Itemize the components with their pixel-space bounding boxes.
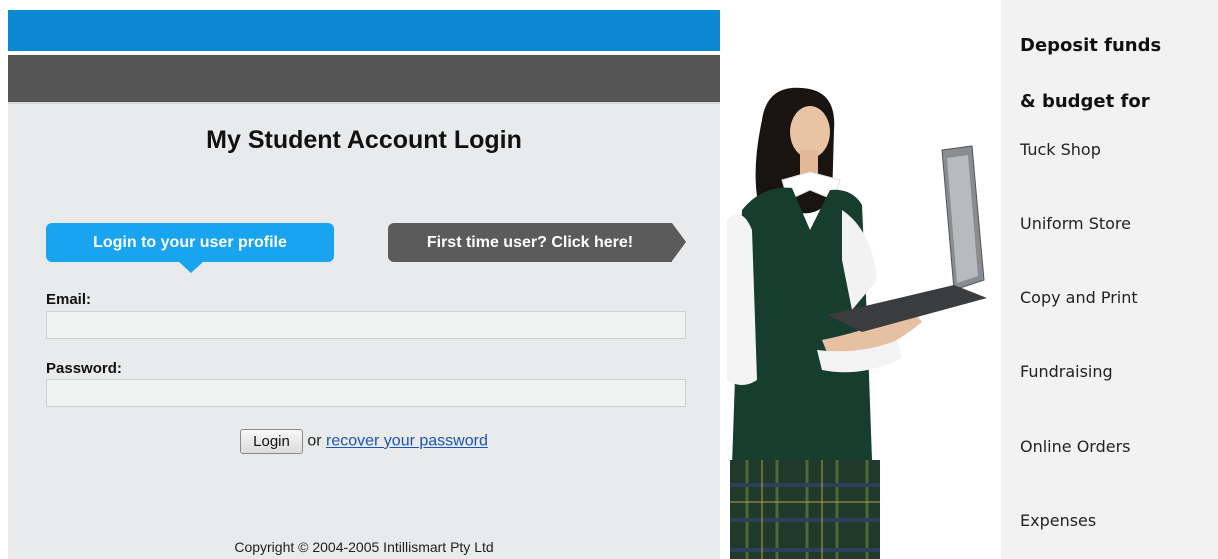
login-row: Login or recover your password	[8, 429, 720, 454]
tab-arrow	[672, 223, 686, 261]
login-button[interactable]: Login	[240, 429, 303, 454]
header-blue-bar	[8, 10, 720, 51]
password-label: Password:	[46, 360, 122, 377]
page-title: My Student Account Login	[206, 126, 522, 154]
first-time-user-tab[interactable]: First time user? Click here!	[388, 223, 686, 262]
copyright-text: Copyright © 2004-2005 Intillismart Pty L…	[234, 539, 494, 555]
tab-pointer	[178, 261, 204, 273]
sidebar-heading-line1: Deposit funds	[1020, 35, 1162, 56]
or-text: or	[307, 432, 322, 450]
sidebar-item-copy-and-print: Copy and Print	[1020, 288, 1138, 307]
login-profile-tab-label: Login to your user profile	[93, 234, 287, 251]
sidebar-item-tuck-shop: Tuck Shop	[1020, 140, 1101, 159]
login-profile-tab[interactable]: Login to your user profile	[46, 223, 334, 273]
student-with-laptop-image	[727, 87, 987, 559]
sidebar-heading-line2: & budget for	[1020, 91, 1150, 112]
password-field[interactable]	[46, 379, 686, 407]
email-field[interactable]	[46, 311, 686, 339]
login-panel: My Student Account Login Login to your u…	[8, 104, 720, 559]
sidebar-item-expenses: Expenses	[1020, 511, 1097, 530]
sidebar-item-uniform-store: Uniform Store	[1020, 214, 1131, 233]
header-dark-bar	[8, 55, 720, 105]
sidebar-item-fundraising: Fundraising	[1020, 362, 1113, 381]
recover-password-link[interactable]: recover your password	[326, 433, 488, 450]
email-label: Email:	[46, 291, 92, 308]
first-time-user-tab-label: First time user? Click here!	[426, 234, 634, 251]
sidebar: Deposit funds & budget for Tuck Shop Uni…	[1001, 0, 1218, 559]
sidebar-item-online-orders: Online Orders	[1020, 437, 1131, 456]
